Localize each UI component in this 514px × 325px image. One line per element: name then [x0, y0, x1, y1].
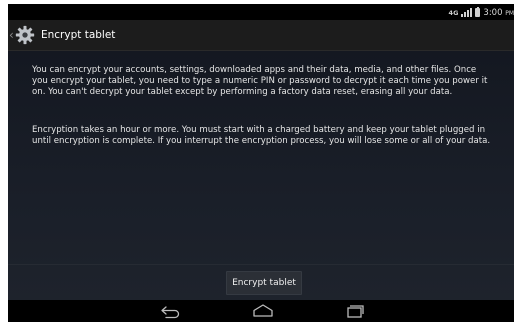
back-icon[interactable]	[158, 303, 184, 319]
status-icons: 4G 3:00 PM	[448, 6, 514, 18]
status-clock: 3:00 PM	[483, 7, 514, 18]
signal-icon	[461, 8, 473, 17]
encrypt-tablet-button[interactable]: Encrypt tablet	[226, 271, 302, 295]
settings-gear-icon[interactable]	[15, 25, 35, 45]
screen: 4G 3:00 PM ‹ Encrypt tablet You can encr…	[8, 4, 514, 322]
network-type-icon: 4G	[448, 8, 459, 17]
clock-suffix: PM	[505, 9, 514, 17]
page-title: Encrypt tablet	[41, 29, 116, 41]
encryption-content: You can encrypt your accounts, settings,…	[8, 51, 514, 300]
encryption-warning: Encryption takes an hour or more. You mu…	[32, 125, 491, 146]
device-frame: 4G 3:00 PM ‹ Encrypt tablet You can encr…	[0, 0, 514, 325]
home-icon[interactable]	[250, 303, 276, 319]
status-bar: 4G 3:00 PM	[8, 4, 514, 20]
action-bar: ‹ Encrypt tablet	[8, 20, 514, 51]
divider	[8, 264, 514, 265]
encryption-description: You can encrypt your accounts, settings,…	[32, 65, 488, 97]
battery-icon	[475, 6, 481, 17]
recents-icon[interactable]	[341, 303, 367, 319]
navigation-bar	[8, 300, 514, 322]
